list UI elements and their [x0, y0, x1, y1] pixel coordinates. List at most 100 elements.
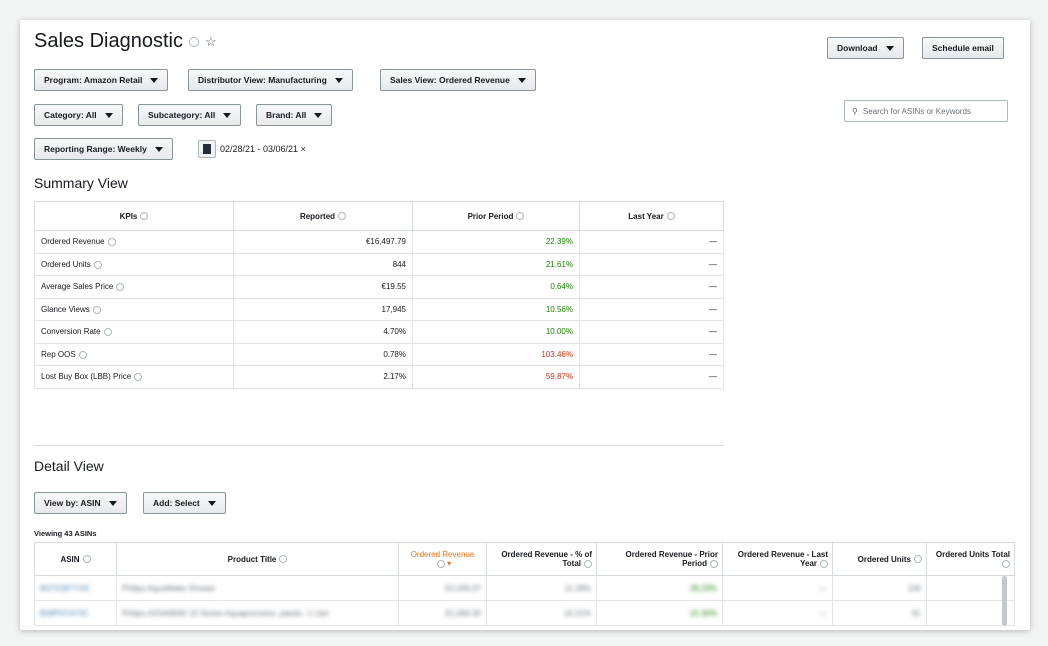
col-ordered-units-total-label: Ordered Units Total: [935, 550, 1010, 559]
brand-dropdown[interactable]: Brand: All: [256, 104, 333, 126]
star-icon[interactable]: ☆: [205, 34, 217, 50]
kpi-cell: Average Sales Price: [34, 275, 234, 299]
info-icon[interactable]: [82, 555, 91, 564]
info-icon[interactable]: [78, 350, 87, 359]
summary-heading: Summary View: [34, 175, 128, 191]
distributor-view-dropdown[interactable]: Distributor View: Manufacturing: [188, 69, 353, 91]
add-column-dropdown[interactable]: Add: Select: [143, 492, 226, 514]
ordered-units-cell: 106: [832, 575, 927, 601]
prior-cell: 59.87%: [412, 365, 580, 389]
info-icon[interactable]: [666, 212, 675, 221]
info-icon[interactable]: [584, 559, 592, 568]
calendar-button[interactable]: [198, 140, 216, 158]
col-ordered-revenue-last-year[interactable]: Ordered Revenue - Last Year: [722, 542, 833, 576]
info-icon[interactable]: [516, 212, 525, 221]
chevron-down-icon: [517, 77, 526, 83]
info-icon[interactable]: [107, 238, 116, 247]
info-icon[interactable]: [103, 328, 112, 337]
ordered-units-cell: 81: [832, 600, 927, 626]
table-scrollbar[interactable]: [1002, 576, 1007, 626]
col-ordered-revenue[interactable]: Ordered Revenue ▾: [398, 542, 487, 576]
info-icon[interactable]: [140, 212, 149, 221]
section-divider: [34, 445, 724, 446]
subcategory-dropdown[interactable]: Subcategory: All: [138, 104, 242, 126]
col-prior-period[interactable]: Prior Period: [412, 201, 580, 231]
reported-cell: €19.55: [233, 275, 413, 299]
reported-cell: 0.78%: [233, 342, 413, 366]
asin-link[interactable]: B07X2B7YXK: [34, 575, 117, 601]
program-filter-dropdown[interactable]: Program: Amazon Retail: [34, 69, 169, 91]
kpi-cell: Ordered Units: [34, 252, 234, 276]
col-last-year[interactable]: Last Year: [579, 201, 724, 231]
table-row: Ordered Revenue €16,497.79 22.39% —: [34, 230, 724, 254]
category-dropdown[interactable]: Category: All: [34, 104, 123, 126]
reported-cell: 4.70%: [233, 320, 413, 344]
kpi-cell: Ordered Revenue: [34, 230, 234, 254]
revenue-pct-cell: 11.28%: [486, 575, 597, 601]
search-input[interactable]: ⚲ Search for ASINs or Keywords: [844, 100, 1008, 122]
col-kpis[interactable]: KPIs: [34, 201, 234, 231]
search-icon: ⚲: [852, 106, 858, 116]
revenue-prior-cell: 15.30%: [596, 600, 723, 626]
sales-view-dropdown[interactable]: Sales View: Ordered Revenue: [380, 69, 536, 91]
table-row: Glance Views 17,945 10.56% —: [34, 297, 724, 321]
add-column-label: Add: Select: [153, 498, 200, 508]
chevron-down-icon: [108, 500, 117, 506]
reported-cell: €16,497.79: [233, 230, 413, 254]
prior-cell: 103.46%: [412, 342, 580, 366]
reporting-range-dropdown[interactable]: Reporting Range: Weekly: [34, 138, 173, 160]
reported-cell: 17,945: [233, 297, 413, 321]
col-product-title[interactable]: Product Title: [116, 542, 399, 576]
table-row: Lost Buy Box (LBB) Price 2.17% 59.87% —: [34, 365, 724, 389]
download-button[interactable]: Download: [827, 37, 904, 59]
col-ordered-units[interactable]: Ordered Units: [832, 542, 927, 576]
col-ordered-revenue-pct[interactable]: Ordered Revenue - % of Total: [486, 542, 597, 576]
kpi-label: Ordered Units: [41, 259, 91, 269]
schedule-email-button[interactable]: Schedule email: [922, 37, 1004, 59]
table-row: Ordered Units 844 21.61% —: [34, 252, 724, 276]
detail-table: ASIN Product Title Ordered Revenue ▾ Ord…: [34, 542, 1015, 626]
prior-cell: 10.00%: [412, 320, 580, 344]
info-icon[interactable]: [710, 559, 718, 568]
distributor-view-label: Distributor View: Manufacturing: [198, 75, 327, 85]
kpi-cell: Conversion Rate: [34, 320, 234, 344]
table-row: B08P6T4Y3C Philips AX5408/60 15 Series A…: [34, 600, 1015, 626]
info-icon[interactable]: [92, 305, 101, 314]
col-kpis-label: KPIs: [119, 211, 138, 221]
prior-cell: 10.56%: [412, 297, 580, 321]
col-ordered-units-total[interactable]: Ordered Units Total: [926, 542, 1015, 576]
info-icon[interactable]: [914, 555, 922, 564]
col-ordered-revenue-prior[interactable]: Ordered Revenue - Prior Period: [596, 542, 723, 576]
chevron-down-icon: [104, 112, 113, 118]
info-icon[interactable]: [338, 212, 347, 221]
asin-link[interactable]: B08P6T4Y3C: [34, 600, 117, 626]
col-asin[interactable]: ASIN: [34, 542, 117, 576]
revenue-pct-cell: 10.21%: [486, 600, 597, 626]
download-label: Download: [837, 43, 878, 53]
info-icon[interactable]: [820, 559, 828, 568]
info-icon[interactable]: [188, 36, 199, 47]
last-year-cell: —: [579, 320, 724, 344]
summary-table: KPIs Reported Prior Period Last Year Ord…: [34, 201, 724, 389]
info-icon[interactable]: [279, 555, 288, 564]
date-range-chip[interactable]: 02/28/21 - 03/06/21 ×: [220, 144, 306, 154]
last-year-cell: —: [579, 365, 724, 389]
view-by-dropdown[interactable]: View by: ASIN: [34, 492, 127, 514]
prior-cell: 22.39%: [412, 230, 580, 254]
revenue-last-year-cell: —: [722, 575, 833, 601]
col-reported[interactable]: Reported: [233, 201, 413, 231]
category-label: Category: All: [44, 110, 97, 120]
info-icon[interactable]: [134, 373, 143, 382]
page-title-row: Sales Diagnostic ☆: [34, 30, 217, 53]
info-icon[interactable]: [436, 559, 445, 568]
chevron-down-icon: [885, 45, 894, 51]
info-icon[interactable]: [93, 260, 102, 269]
last-year-cell: —: [579, 230, 724, 254]
reported-cell: 844: [233, 252, 413, 276]
col-product-title-label: Product Title: [227, 554, 277, 564]
reported-cell: 2.17%: [233, 365, 413, 389]
info-icon[interactable]: [1002, 559, 1010, 568]
table-row: Conversion Rate 4.70% 10.00% —: [34, 320, 724, 344]
info-icon[interactable]: [116, 283, 125, 292]
col-last-year-label: Last Year: [628, 211, 664, 221]
